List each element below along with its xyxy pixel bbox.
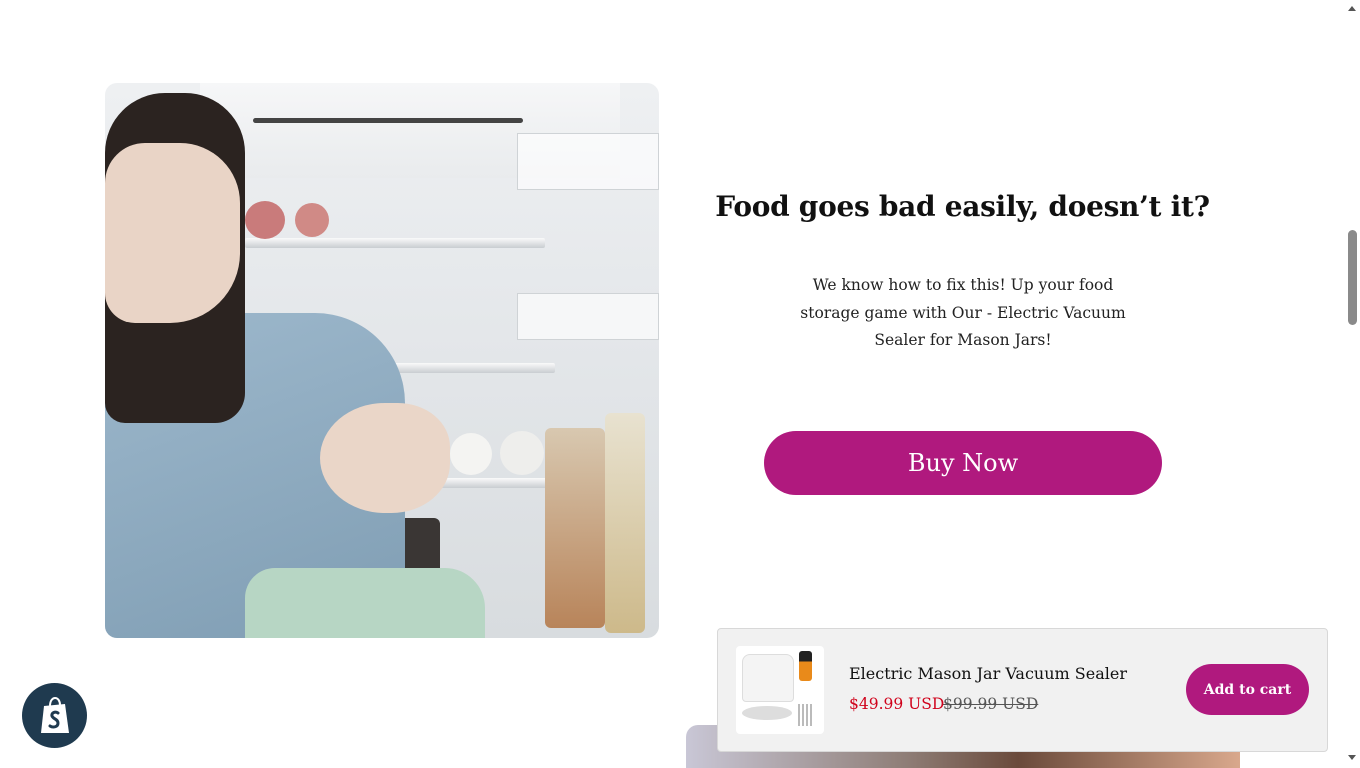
buy-now-button[interactable]: Buy Now [764,431,1162,495]
fridge-door-shelf [517,133,659,190]
cauliflower [450,433,492,475]
sale-price: $49.99 USD [849,695,945,713]
scroll-down-arrow-icon[interactable] [1348,755,1356,760]
section-headline: Food goes bad easily, doesn’t it? [715,190,1210,223]
lid-ring [742,706,792,720]
person-hand [320,403,450,513]
person-face [105,143,240,323]
jar [545,428,605,628]
fridge-shelf [245,238,545,248]
grocery-bag [245,568,485,638]
vacuum-pump [799,651,812,681]
shopify-bag-icon[interactable] [22,683,87,748]
product-thumbnail[interactable] [736,646,824,734]
product-title: Electric Mason Jar Vacuum Sealer [849,664,1127,683]
fridge-door-shelf [517,293,659,340]
fridge-light-bar [253,118,523,123]
landing-page: Food goes bad easily, doesn’t it? We kno… [0,0,1345,768]
lid-grid [798,704,814,726]
section-description: We know how to fix this! Up your food st… [800,276,1126,349]
bottle [605,413,645,633]
apple [245,201,285,239]
compare-at-price: $99.99 USD [943,695,1039,713]
shopify-logo-icon [40,696,69,733]
page-scrollbar[interactable] [1345,0,1360,768]
vacuum-sealer-base [742,654,794,702]
scrollbar-thumb[interactable] [1348,230,1357,325]
sticky-add-to-cart-bar: Electric Mason Jar Vacuum Sealer $49.99 … [717,628,1328,752]
cauliflower [500,431,544,475]
add-to-cart-button[interactable]: Add to cart [1186,664,1309,715]
scroll-up-arrow-icon[interactable] [1348,6,1356,11]
hero-image-woman-fridge [105,83,659,638]
apple [295,203,329,237]
